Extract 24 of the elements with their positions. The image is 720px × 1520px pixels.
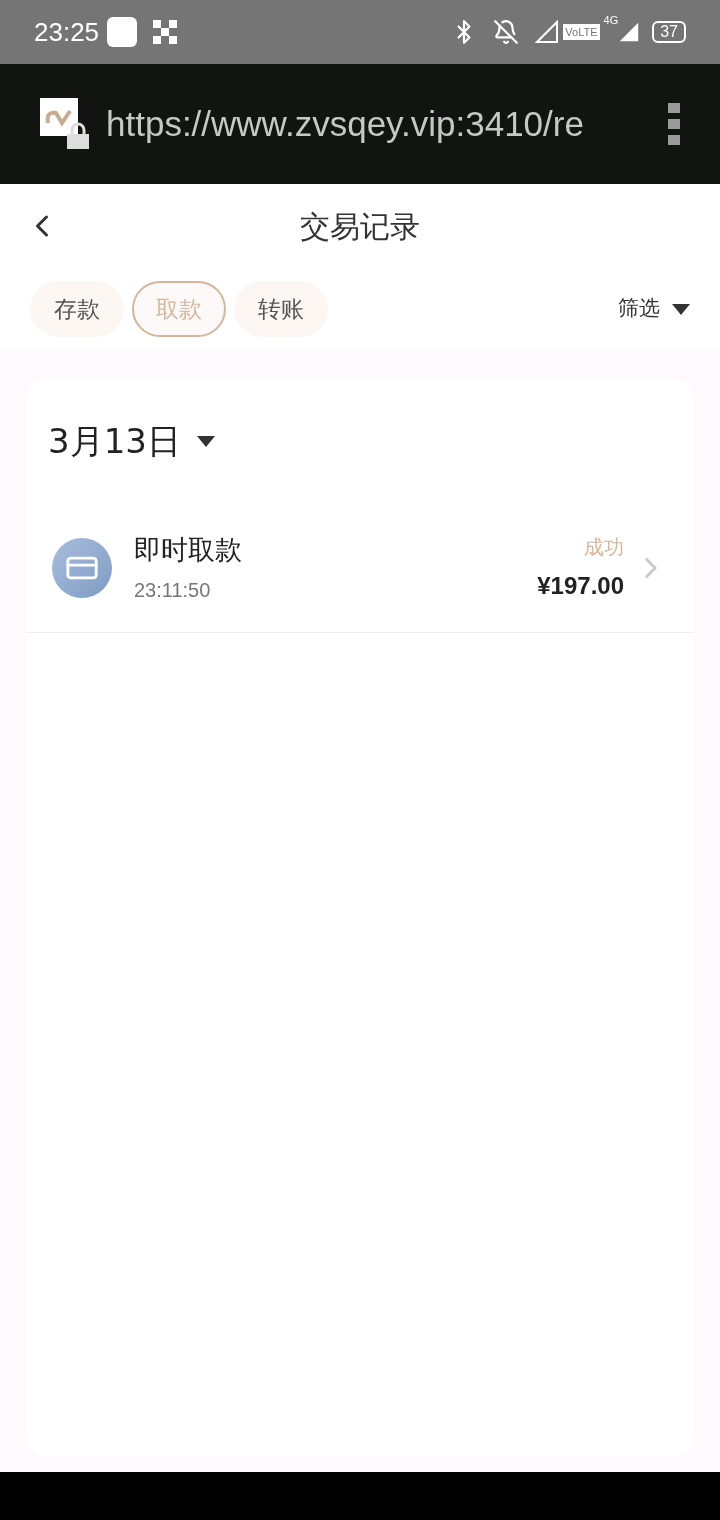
record-amount: ¥197.00 — [537, 570, 624, 601]
caret-icon — [672, 303, 690, 315]
filter-tab[interactable]: 存款 — [30, 281, 124, 337]
battery-icon: 37 — [652, 21, 686, 43]
more-menu-icon[interactable] — [668, 103, 680, 145]
date-dropdown[interactable]: 3月13日 — [48, 416, 215, 467]
signal-icon — [535, 20, 560, 44]
url-text[interactable]: https://www.zvsqey.vip:3410/re — [106, 97, 606, 151]
filter-dropdown[interactable]: 筛选 — [618, 293, 690, 325]
page-title: 交易记录 — [300, 207, 420, 246]
bell-off-icon — [493, 19, 520, 45]
record-time: 23:11:50 — [134, 577, 212, 603]
filter-tab[interactable]: 转账 — [234, 281, 328, 337]
signal-icon — [618, 21, 641, 43]
record-title: 即时取款 — [134, 533, 242, 568]
status-time: 23:25 — [34, 15, 100, 49]
record-status: 成功 — [584, 533, 624, 561]
volte-label: VoLTE — [563, 23, 600, 41]
grid-icon — [153, 20, 178, 44]
app-icon — [107, 17, 138, 47]
record-row[interactable]: 即时取款 23:11:50 成功 ¥197.00 — [26, 503, 694, 633]
network-label: 4G — [603, 13, 619, 28]
site-lock-icon — [40, 98, 92, 150]
caret-icon — [196, 436, 215, 447]
